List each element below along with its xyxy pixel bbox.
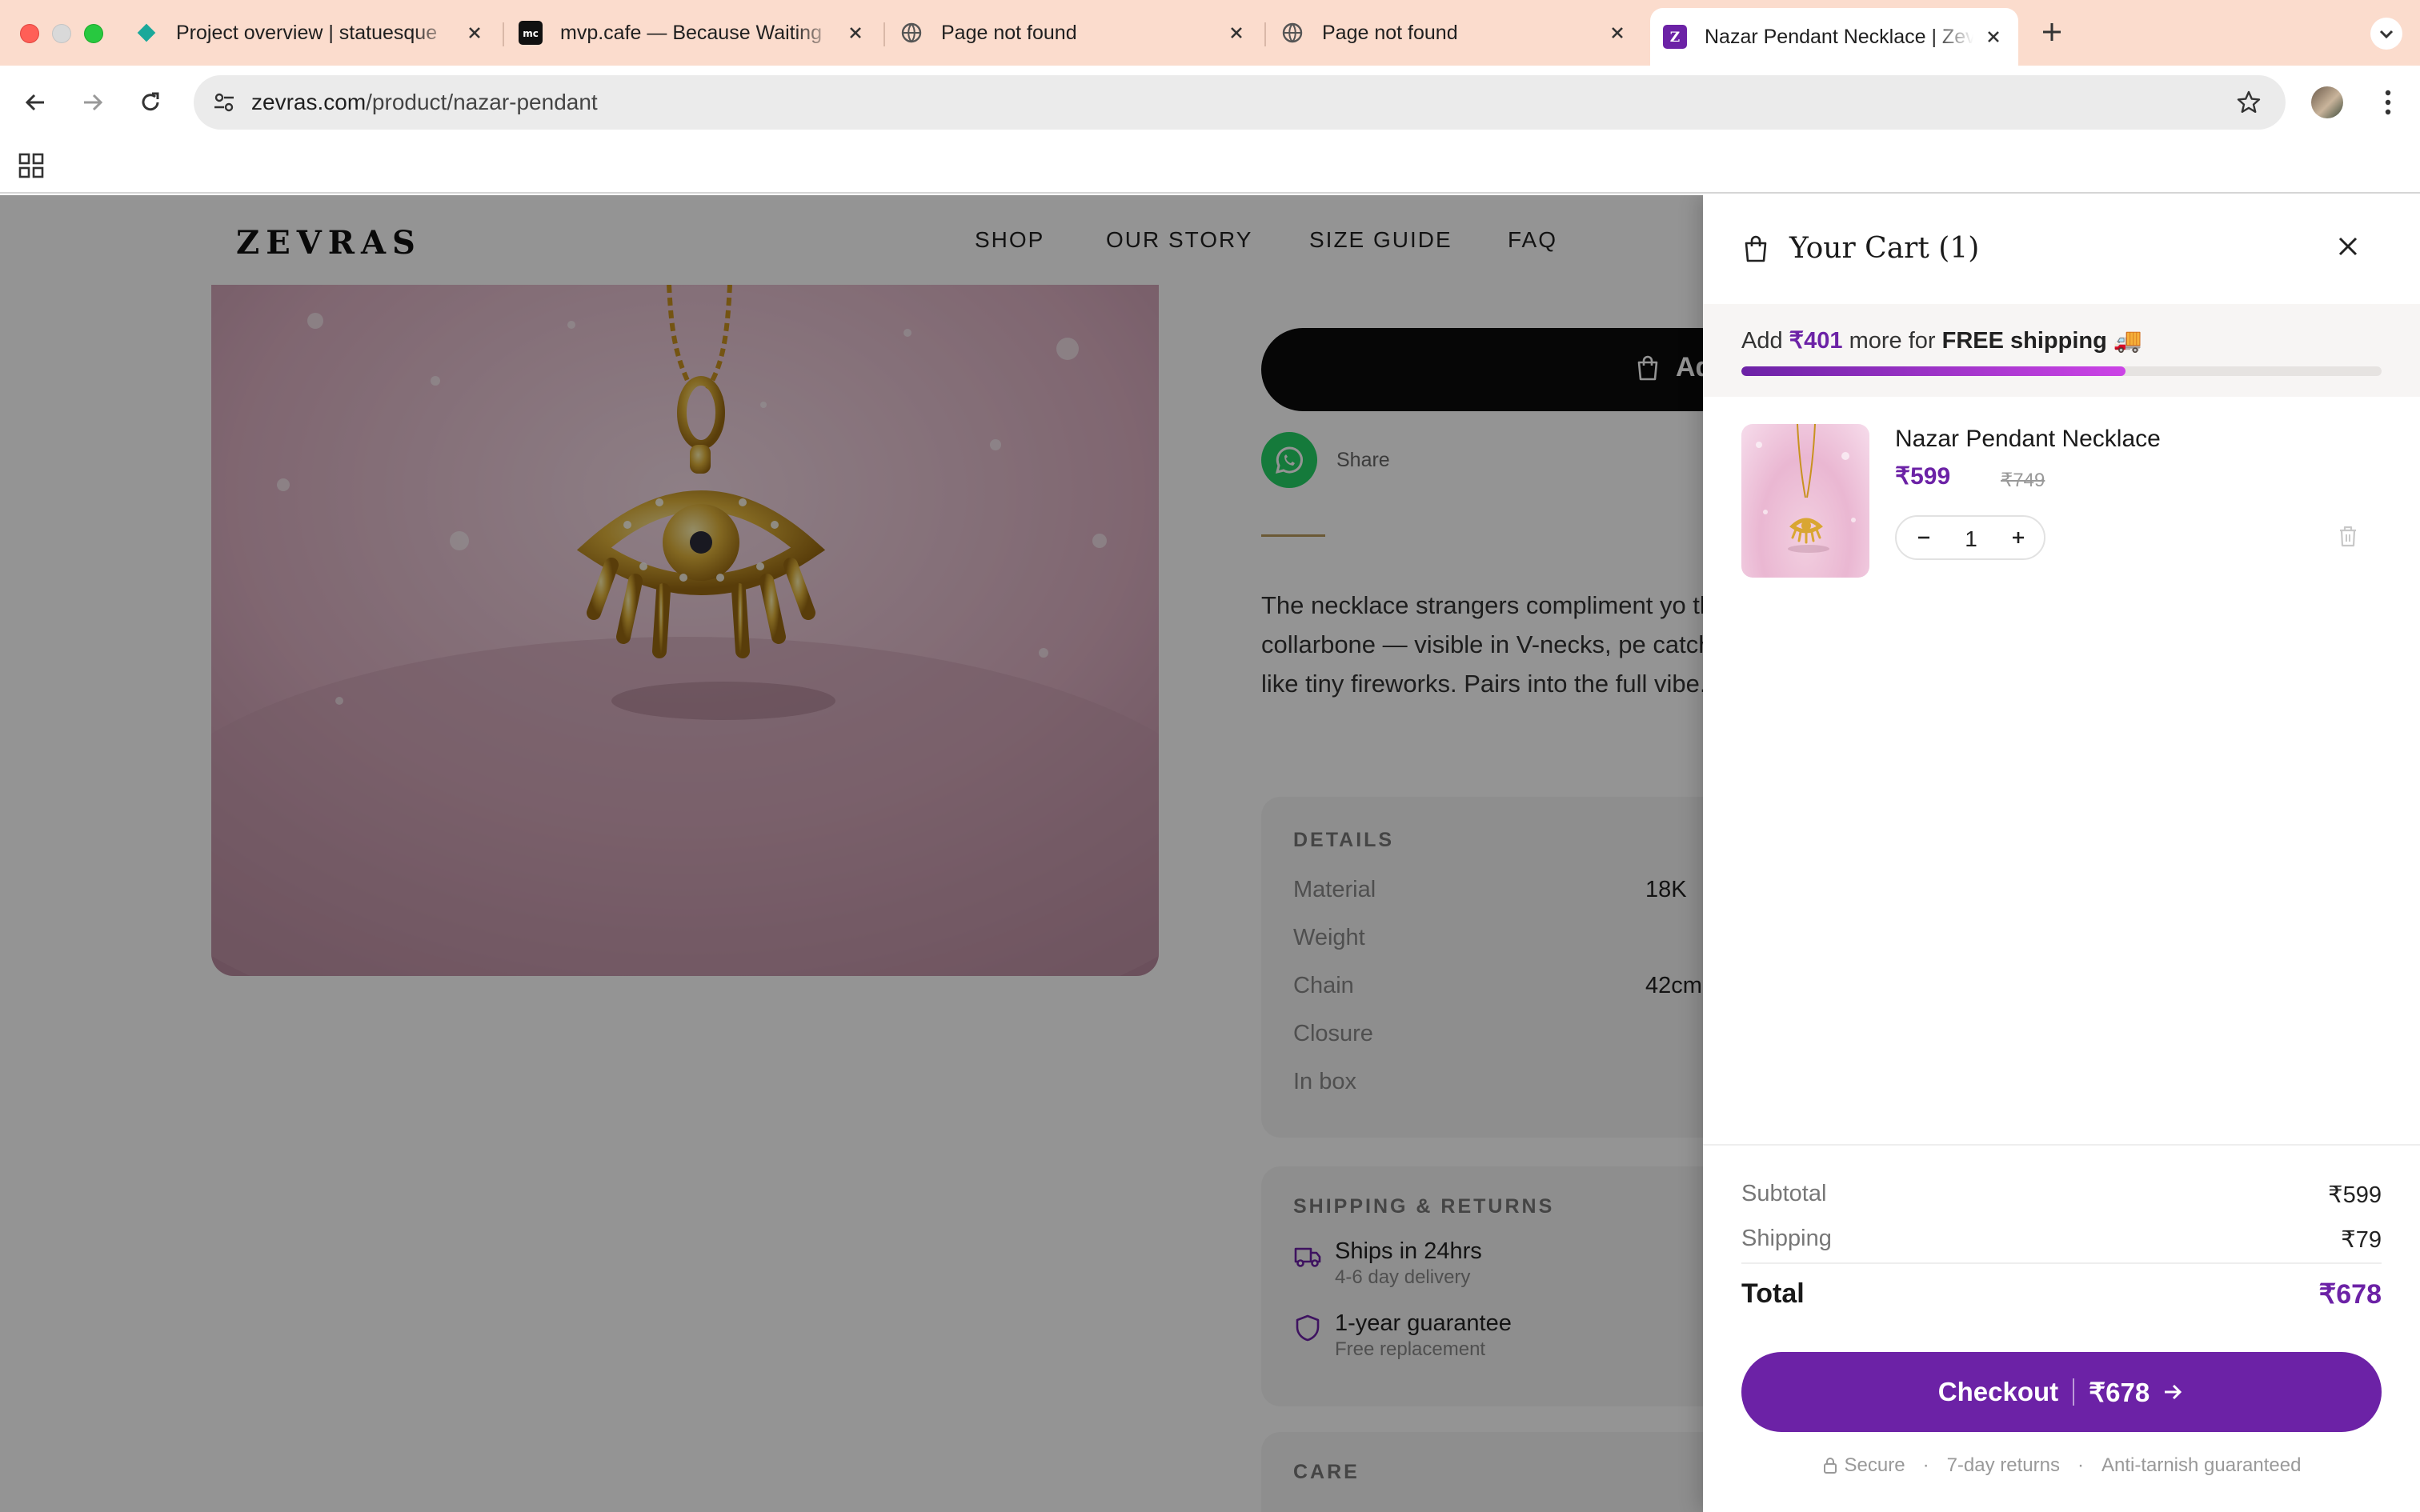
truck-emoji-icon: 🚚 [2113, 328, 2142, 354]
diamond-favicon-icon [134, 21, 158, 45]
cart-backdrop[interactable] [0, 195, 1703, 1512]
checkout-label: Checkout [1937, 1377, 2059, 1406]
trust-badges: Secure · 7-day returns · Anti-tarnish gu… [1741, 1454, 2382, 1477]
globe-favicon-icon [899, 21, 924, 45]
free-shipping-progress-fill [1741, 366, 2126, 376]
browser-tab[interactable]: Page not found [1280, 10, 1629, 56]
tab-close-icon[interactable] [1224, 21, 1248, 45]
tab-close-icon[interactable] [1981, 25, 2005, 49]
checkout-separator [2073, 1378, 2075, 1406]
trash-icon [2340, 526, 2356, 547]
subtotal-label: Subtotal [1741, 1181, 1827, 1206]
remove-item-button[interactable] [2334, 522, 2362, 550]
site-info-icon[interactable] [208, 86, 240, 118]
plus-icon [2013, 532, 2024, 543]
trust-returns: 7-day returns [1946, 1454, 2060, 1476]
trust-secure-label: Secure [1844, 1454, 1905, 1476]
cart-header: Your Cart (1) [1741, 232, 1979, 265]
cart-title: Your Cart (1) [1789, 232, 1980, 265]
tab-search-button[interactable] [2370, 18, 2402, 50]
tab-close-icon[interactable] [843, 21, 867, 45]
tab-title: Nazar Pendant Necklace | Zevras [1705, 25, 1973, 48]
subtotal-row: Subtotal ₹599 [1741, 1181, 2382, 1208]
quantity-stepper: 1 [1895, 515, 2045, 560]
checkout-amount: ₹678 [2089, 1377, 2150, 1407]
free-shipping-progress [1741, 366, 2382, 376]
total-row: Total ₹678 [1741, 1278, 2382, 1310]
summary-divider [1741, 1262, 2382, 1264]
window-minimize-button[interactable] [52, 24, 71, 43]
browser-tab[interactable]: mc mvp.cafe — Because Waiting [519, 10, 867, 56]
decrease-quantity-button[interactable] [1909, 523, 1938, 552]
window-close-button[interactable] [20, 24, 39, 43]
tab-close-icon[interactable] [463, 21, 487, 45]
checkout-button[interactable]: Checkout ₹678 [1741, 1352, 2382, 1432]
address-bar[interactable]: zevras.com/product/nazar-pendant [194, 75, 2286, 130]
cart-item-price: ₹599 [1895, 463, 1951, 490]
bag-icon [1745, 235, 1767, 262]
tab-close-icon[interactable] [1605, 21, 1629, 45]
apps-grid-icon[interactable] [18, 152, 46, 181]
tab-title: Page not found [941, 21, 1077, 44]
shipping-label: Shipping [1741, 1226, 1832, 1251]
z-favicon-icon: Z [1663, 25, 1687, 49]
trust-dot: · [2077, 1454, 2084, 1476]
quantity-value: 1 [1965, 526, 1977, 551]
url-path: /product/nazar-pendant [366, 90, 598, 114]
bookmarks-bar [0, 139, 2420, 194]
browser-tab[interactable]: Page not found [899, 10, 1248, 56]
free-shipping-prefix: Add [1741, 328, 1789, 354]
browser-menu-icon[interactable] [2372, 85, 2404, 120]
free-shipping-message: Add ₹401 more for FREE shipping 🚚 [1741, 326, 2142, 354]
free-shipping-middle: more for [1842, 328, 1942, 354]
total-label: Total [1741, 1278, 1805, 1309]
browser-tab-active[interactable]: Z Nazar Pendant Necklace | Zevras [1650, 8, 2018, 66]
total-value: ₹678 [2318, 1279, 2382, 1310]
shipping-value: ₹79 [2341, 1227, 2382, 1253]
globe-favicon-icon [1280, 21, 1304, 45]
free-shipping-amount: ₹401 [1789, 328, 1843, 354]
shipping-row: Shipping ₹79 [1741, 1226, 2382, 1253]
svg-text:Z: Z [1670, 30, 1680, 46]
tab-separator [883, 22, 885, 46]
back-button[interactable] [16, 83, 54, 122]
mc-favicon-icon: mc [519, 21, 543, 45]
tab-title: Project overview | statuesque [176, 21, 438, 44]
tab-separator [503, 22, 504, 46]
close-cart-button[interactable] [2329, 227, 2367, 266]
minus-icon [1918, 536, 1929, 539]
tab-separator [1264, 22, 1266, 46]
cart-item: Nazar Pendant Necklace ₹599 ₹749 1 [1741, 424, 2382, 578]
bookmark-star-icon[interactable] [2234, 88, 2263, 117]
new-tab-button[interactable] [2036, 16, 2068, 48]
subtotal-value: ₹599 [2328, 1182, 2382, 1208]
browser-toolbar: zevras.com/product/nazar-pendant [0, 66, 2420, 139]
close-icon [2338, 237, 2358, 256]
window-maximize-button[interactable] [84, 24, 103, 43]
cart-item-thumbnail[interactable] [1741, 424, 1869, 578]
tab-strip: Project overview | statuesque mc mvp.caf… [0, 0, 2420, 66]
profile-avatar[interactable] [2311, 86, 2343, 118]
cart-item-name[interactable]: Nazar Pendant Necklace [1895, 426, 2161, 453]
cart-drawer: Your Cart (1) Add ₹401 more for FREE shi… [1703, 195, 2420, 1512]
reload-button[interactable] [131, 83, 170, 122]
browser-tab[interactable]: Project overview | statuesque [134, 10, 487, 56]
trust-secure: Secure [1822, 1454, 1905, 1477]
web-page: ZEVRAS SHOP OUR STORY SIZE GUIDE FAQ Sha… [0, 195, 2420, 1512]
cart-item-old-price: ₹749 [2001, 470, 2045, 491]
url-text[interactable]: zevras.com/product/nazar-pendant [251, 90, 598, 115]
trust-anti-tarnish: Anti-tarnish guaranteed [2101, 1454, 2302, 1476]
tab-title: mvp.cafe — Because Waiting [560, 21, 822, 44]
tab-title: Page not found [1322, 21, 1458, 44]
url-host: zevras.com [251, 90, 367, 114]
free-shipping-banner: Add ₹401 more for FREE shipping 🚚 [1703, 304, 2420, 397]
svg-text:mc: mc [523, 28, 539, 39]
arrow-right-icon [2165, 1384, 2182, 1400]
free-shipping-bold: FREE shipping [1941, 328, 2107, 354]
increase-quantity-button[interactable] [2004, 523, 2033, 552]
trust-dot: · [1922, 1454, 1929, 1476]
lock-icon [1823, 1458, 1837, 1474]
forward-button[interactable] [74, 83, 112, 122]
